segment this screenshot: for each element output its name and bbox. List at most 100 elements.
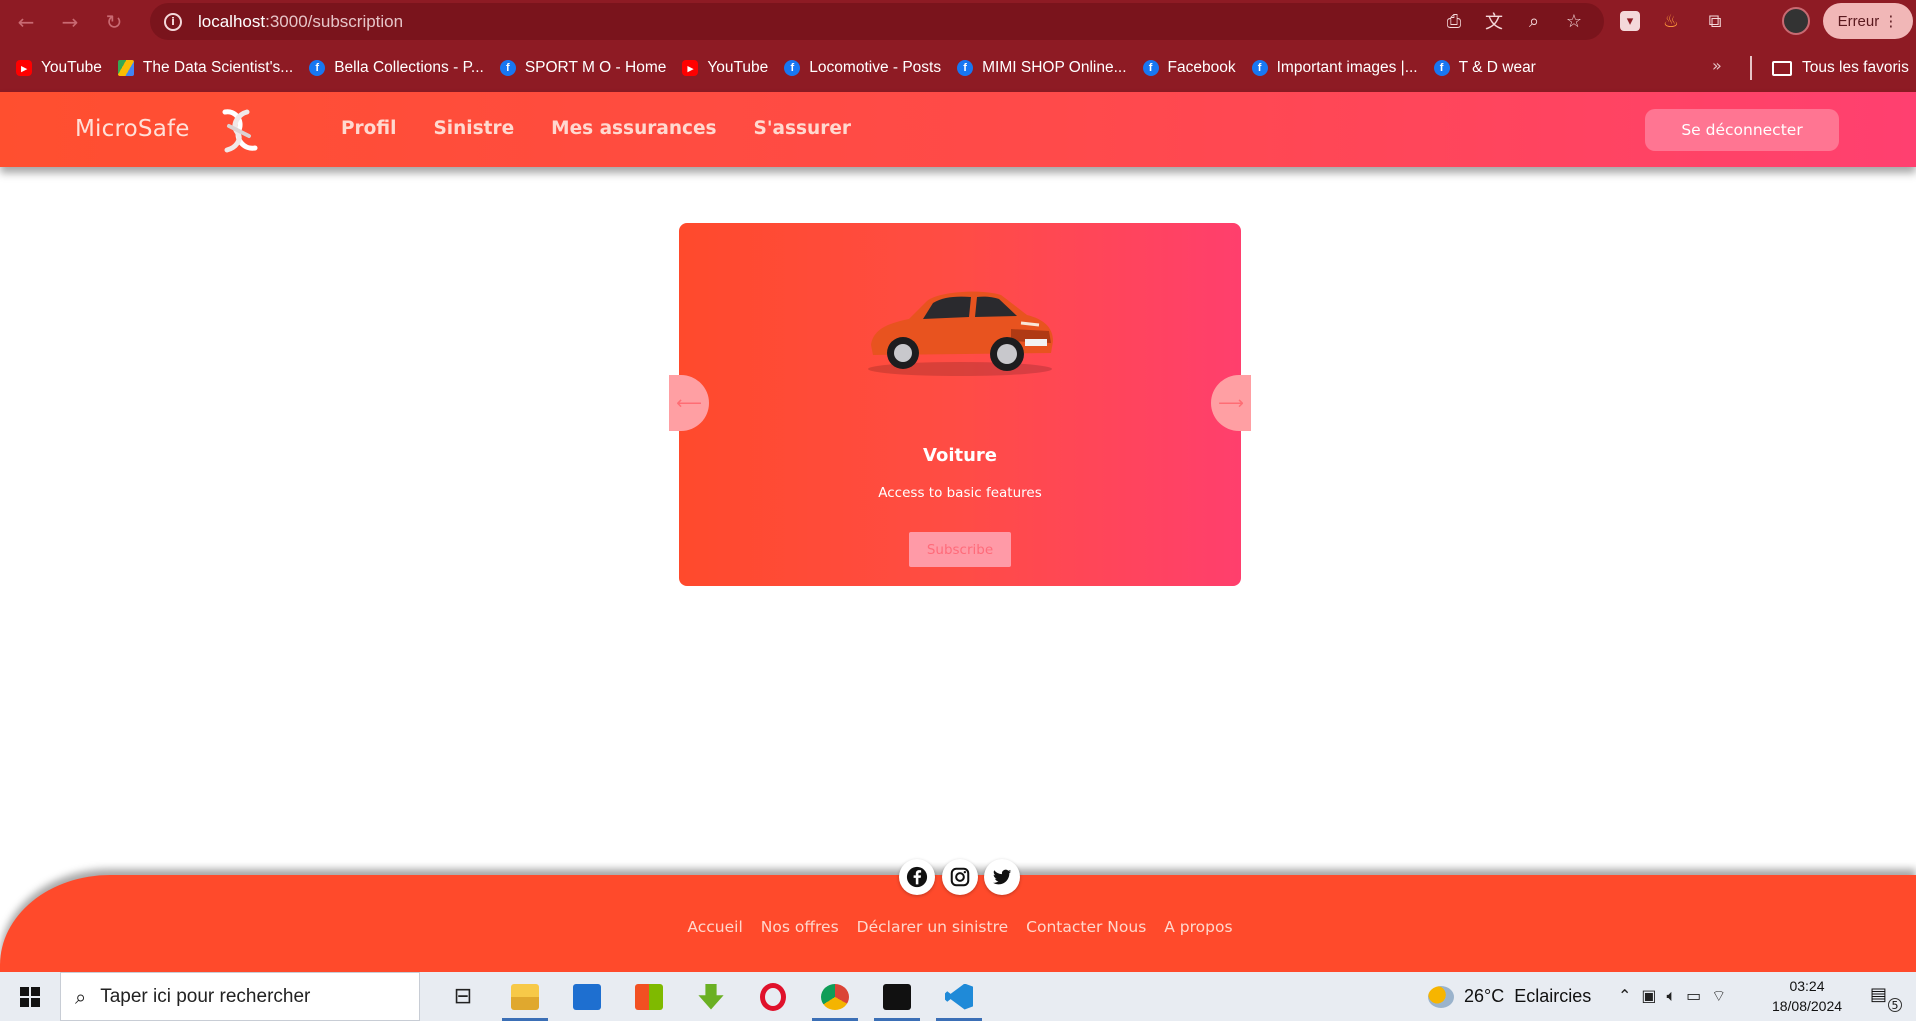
clock-time: 03:24 bbox=[1789, 978, 1825, 994]
footer-link-declarer-sinistre[interactable]: Déclarer un sinistre bbox=[857, 918, 1008, 936]
install-app-icon[interactable]: ⎙ bbox=[1442, 9, 1466, 33]
facebook-icon: f bbox=[499, 60, 516, 76]
mail-icon bbox=[573, 983, 601, 1010]
url-path: :3000/subscription bbox=[265, 11, 404, 31]
store-icon bbox=[635, 983, 663, 1010]
chrome-icon bbox=[821, 983, 849, 1010]
vscode-button[interactable] bbox=[928, 972, 990, 1021]
download-manager-button[interactable] bbox=[680, 972, 742, 1021]
forward-icon[interactable]: → bbox=[52, 4, 88, 40]
url-host: localhost bbox=[198, 11, 266, 31]
wifi-icon[interactable]: ⌔ bbox=[1711, 986, 1726, 1006]
translate-icon[interactable]: 文 bbox=[1482, 9, 1506, 33]
address-bar[interactable]: i localhost:3000/subscription ⎙ 文 ⌕ ☆ bbox=[150, 3, 1604, 40]
facebook-icon bbox=[906, 866, 928, 888]
opera-button[interactable] bbox=[742, 972, 804, 1021]
bookmark-label: SPORT M O - Home bbox=[524, 59, 667, 76]
zoom-icon[interactable]: ⌕ bbox=[1522, 9, 1546, 33]
taskbar-search[interactable]: ⌕ Taper ici pour rechercher bbox=[60, 972, 420, 1021]
nav-s-assurer[interactable]: S'assurer bbox=[754, 118, 851, 139]
facebook-icon: f bbox=[784, 60, 801, 76]
chevron-up-icon[interactable]: ⌃ bbox=[1618, 986, 1631, 1006]
card-title: Voiture bbox=[923, 445, 997, 466]
taskbar-apps: ⊟ bbox=[432, 972, 990, 1021]
bookmark-data-scientist[interactable]: The Data Scientist's... bbox=[117, 59, 294, 77]
bookmark-label: YouTube bbox=[41, 59, 102, 76]
all-bookmarks-folder[interactable]: Tous les favoris bbox=[1772, 44, 1909, 92]
mail-button[interactable] bbox=[556, 972, 618, 1021]
nav-mes-assurances[interactable]: Mes assurances bbox=[551, 118, 716, 139]
speaker-icon[interactable]: 🔈︎ bbox=[1667, 986, 1677, 1006]
network-status-icon[interactable]: ▣ bbox=[1641, 986, 1656, 1006]
bookmark-sport-mo[interactable]: f SPORT M O - Home bbox=[499, 59, 667, 77]
logout-button[interactable]: Se déconnecter bbox=[1645, 109, 1839, 151]
vscode-icon bbox=[945, 983, 973, 1010]
all-bookmarks-label: Tous les favoris bbox=[1802, 59, 1909, 76]
bookmark-bella-collections[interactable]: f Bella Collections - P... bbox=[309, 59, 484, 77]
opera-icon bbox=[760, 982, 786, 1011]
bookmark-label: The Data Scientist's... bbox=[142, 59, 294, 76]
instagram-social-button[interactable] bbox=[942, 859, 978, 895]
footer-link-accueil[interactable]: Accueil bbox=[687, 918, 742, 936]
taskbar-clock[interactable]: 03:24 18/08/2024 bbox=[1762, 976, 1852, 1016]
profile-error-button[interactable]: Erreur ⋮ bbox=[1823, 3, 1913, 39]
instagram-icon bbox=[950, 867, 970, 887]
task-view-button[interactable]: ⊟ bbox=[432, 972, 494, 1021]
extensions-icon[interactable]: ⧉ bbox=[1702, 8, 1728, 34]
bookmark-label: MIMI SHOP Online... bbox=[982, 59, 1127, 76]
bookmark-label: YouTube bbox=[707, 59, 769, 76]
card-description: Access to basic features bbox=[878, 485, 1042, 501]
terminal-icon bbox=[883, 983, 911, 1010]
bookmark-locomotive[interactable]: f Locomotive - Posts bbox=[784, 59, 941, 77]
subscribe-button[interactable]: Subscribe bbox=[909, 532, 1011, 567]
notification-center-button[interactable]: ▤ 5 bbox=[1870, 984, 1902, 1012]
file-explorer-button[interactable] bbox=[494, 972, 556, 1021]
chrome-button[interactable] bbox=[804, 972, 866, 1021]
bookmark-star-icon[interactable]: ☆ bbox=[1562, 9, 1586, 33]
nav-profil[interactable]: Profil bbox=[341, 118, 396, 139]
profile-avatar[interactable] bbox=[1782, 7, 1810, 35]
nav-sinistre[interactable]: Sinistre bbox=[433, 118, 514, 139]
fire-extension-icon[interactable]: ♨ bbox=[1658, 8, 1684, 34]
url-text[interactable]: localhost:3000/subscription bbox=[198, 12, 403, 32]
back-icon[interactable]: ← bbox=[8, 4, 44, 40]
more-bookmarks-icon[interactable]: » bbox=[1712, 56, 1722, 75]
bookmark-facebook[interactable]: f Facebook bbox=[1142, 59, 1236, 77]
twitter-icon bbox=[992, 869, 1012, 885]
footer-nav: Accueil Nos offres Déclarer un sinistre … bbox=[0, 918, 1916, 936]
bookmark-mimi-shop[interactable]: f MIMI SHOP Online... bbox=[957, 59, 1127, 77]
facebook-icon: f bbox=[309, 60, 326, 76]
pocket-extension-icon[interactable]: ▾ bbox=[1620, 11, 1640, 31]
arrow-left-icon: ⟵ bbox=[676, 392, 702, 414]
bookmark-important-images[interactable]: f Important images |... bbox=[1251, 59, 1418, 77]
youtube-icon: ▸ bbox=[682, 60, 699, 76]
bookmark-td-wear[interactable]: f T & D wear bbox=[1433, 59, 1536, 77]
weather-condition: Eclaircies bbox=[1514, 986, 1592, 1006]
main-nav: Profil Sinistre Mes assurances S'assurer bbox=[341, 118, 851, 139]
reload-icon[interactable]: ↻ bbox=[96, 4, 132, 40]
notification-count: 5 bbox=[1888, 998, 1902, 1012]
footer-link-a-propos[interactable]: A propos bbox=[1164, 918, 1232, 936]
windows-taskbar: ⌕ Taper ici pour rechercher ⊟ 26°C Eclai… bbox=[0, 972, 1916, 1021]
facebook-social-button[interactable] bbox=[899, 859, 935, 895]
facebook-icon: f bbox=[957, 60, 974, 76]
partly-cloudy-icon bbox=[1428, 985, 1454, 1008]
weather-widget[interactable]: 26°C Eclaircies bbox=[1428, 985, 1592, 1008]
facebook-icon: f bbox=[1142, 60, 1159, 76]
store-button[interactable] bbox=[618, 972, 680, 1021]
battery-icon[interactable]: ▭ bbox=[1686, 986, 1701, 1006]
twitter-social-button[interactable] bbox=[984, 859, 1020, 895]
site-info-icon[interactable]: i bbox=[164, 12, 182, 31]
system-tray: 26°C Eclaircies ⌃ ▣ 🔈︎ ▭ ⌔ 03:24 18/08/2… bbox=[1428, 972, 1902, 1021]
footer-link-nos-offres[interactable]: Nos offres bbox=[761, 918, 839, 936]
bookmark-youtube[interactable]: ▸ YouTube bbox=[16, 59, 102, 77]
start-button[interactable] bbox=[0, 972, 60, 1021]
facebook-icon: f bbox=[1251, 60, 1268, 76]
bookmark-youtube-2[interactable]: ▸ YouTube bbox=[682, 59, 768, 77]
footer-link-contacter-nous[interactable]: Contacter Nous bbox=[1026, 918, 1146, 936]
knot-logo-icon bbox=[222, 109, 258, 153]
terminal-button[interactable] bbox=[866, 972, 928, 1021]
brand-name[interactable]: MicroSafe bbox=[75, 116, 190, 142]
weather-temperature: 26°C bbox=[1464, 986, 1505, 1006]
subscription-card: Voiture Access to basic features Subscri… bbox=[679, 223, 1241, 586]
